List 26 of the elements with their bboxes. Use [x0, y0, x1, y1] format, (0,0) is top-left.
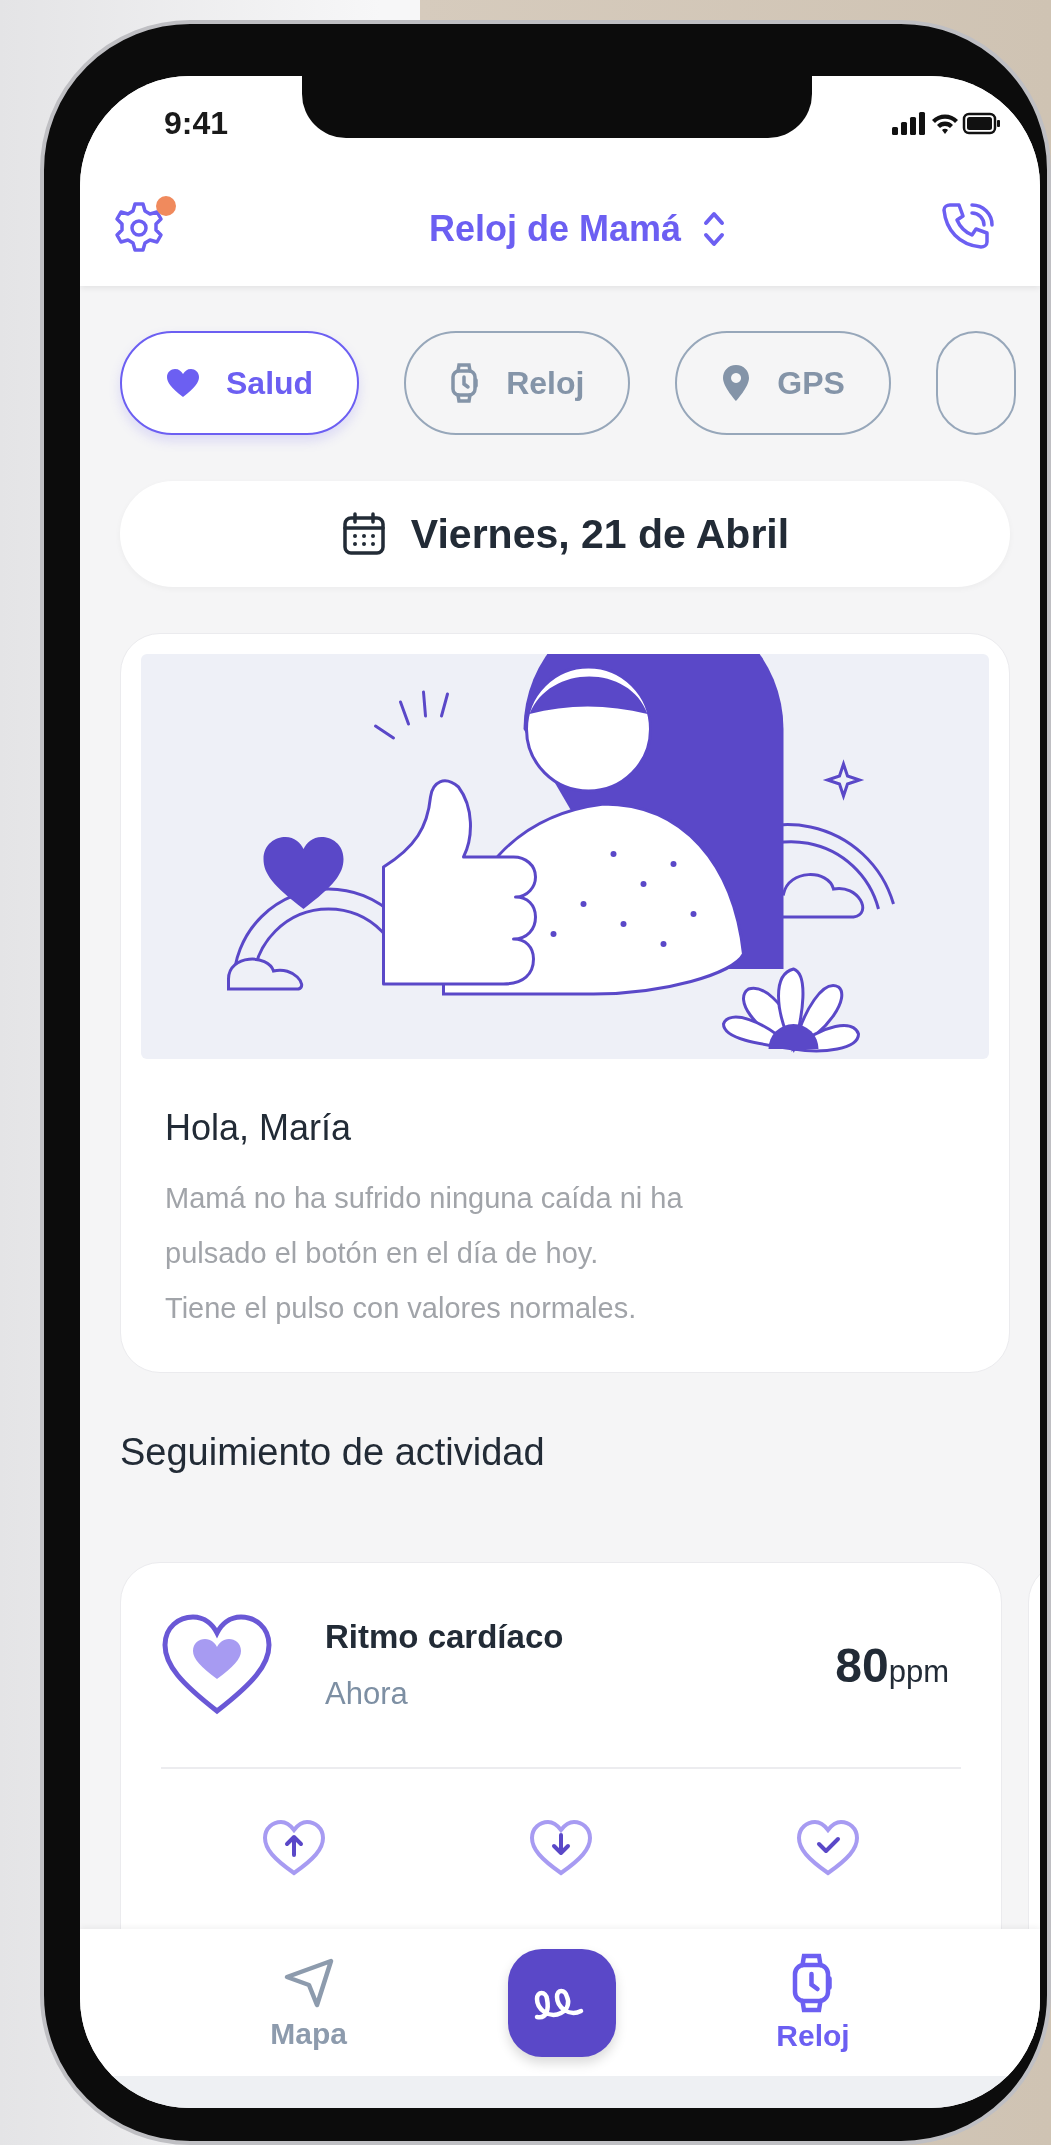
heart-arrow-down-icon — [529, 1819, 593, 1877]
heart-check-icon — [795, 1819, 860, 1877]
signal-icon — [892, 111, 925, 135]
device-selector[interactable]: Reloj de Mamá — [428, 207, 726, 250]
tab[interactable]: Salud — [120, 331, 360, 435]
tab[interactable]: Reloj — [404, 331, 631, 435]
location-pin-icon — [721, 363, 752, 403]
home-button[interactable] — [507, 1948, 616, 2057]
card-subtitle: Ahora — [325, 1676, 409, 1712]
heart-arrow-up-icon — [262, 1819, 327, 1877]
status-time: 9:41 — [164, 105, 229, 142]
date-selector[interactable]: Viernes, 21 de Abril — [120, 481, 1010, 587]
heart-icon — [166, 368, 200, 398]
heart-icon — [161, 1613, 273, 1717]
greeting-title: Hola, María — [165, 1107, 353, 1149]
nav-tab[interactable]: Mapa — [270, 1954, 347, 2051]
watch-icon — [450, 363, 481, 403]
wifi-icon — [932, 114, 958, 134]
greeting-message: Mamá no ha sufrido ninguna caída ni ha pulsado el botón en el día de hoy. Tiene el pulso con valores normales. — [165, 1181, 684, 1326]
card-title: Ritmo cardíaco — [325, 1618, 565, 1656]
nav-tab[interactable]: Reloj — [776, 1952, 850, 2053]
heart-rate-value: 80ppm — [835, 1637, 949, 1693]
calendar-icon — [340, 511, 387, 557]
section-title: Seguimiento de actividad — [120, 1431, 546, 1474]
tab[interactable]: GPS — [675, 331, 891, 435]
battery-icon — [962, 112, 1000, 134]
